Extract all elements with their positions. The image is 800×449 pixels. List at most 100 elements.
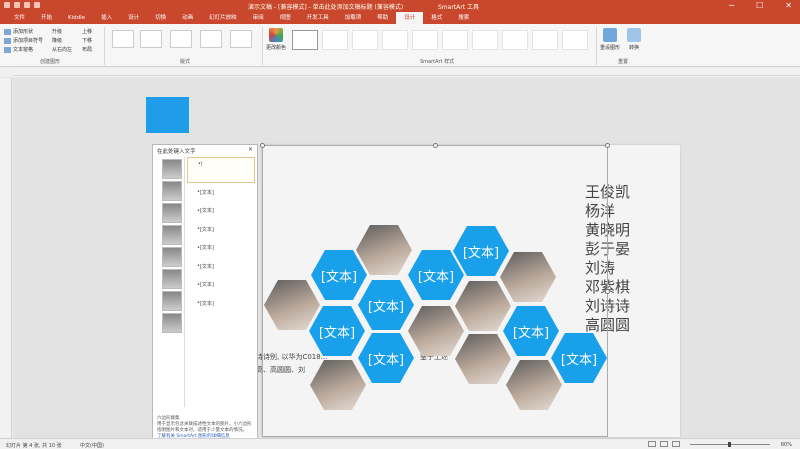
smartart-style-8[interactable] <box>502 30 528 50</box>
language-indicator[interactable]: 中文(中国) <box>80 442 104 449</box>
vertical-ruler <box>0 78 12 438</box>
resize-handle[interactable] <box>433 143 438 148</box>
reading-view-button[interactable] <box>672 441 680 447</box>
close-button[interactable]: ✕ <box>785 1 792 10</box>
text-entry[interactable]: • [文本] <box>187 183 255 202</box>
view-buttons <box>648 441 680 447</box>
reset-graphic-icon <box>603 28 617 42</box>
change-colors-button[interactable]: 更改颜色 <box>266 28 286 51</box>
maximize-button[interactable]: ☐ <box>756 1 763 10</box>
ribbon-separator <box>262 27 263 65</box>
image-thumbnail[interactable] <box>162 269 182 289</box>
text-entries: • | • [文本] • [文本] • [文本] • [文本] • [文本] •… <box>187 157 255 313</box>
demote-button[interactable]: 降级 <box>52 37 62 44</box>
text-entry[interactable]: • [文本] <box>187 294 255 313</box>
redo-icon[interactable] <box>24 2 30 8</box>
save-icon[interactable] <box>4 2 10 8</box>
resize-handle[interactable] <box>605 143 610 148</box>
text-pane-header: 在此处键入文字 × <box>153 145 257 155</box>
move-down-button[interactable]: 下移 <box>82 37 92 44</box>
add-shape-icon <box>4 28 11 35</box>
smartart-text-pane[interactable]: 在此处键入文字 × • | • [文本] • [文本] • [文本] • [文本… <box>152 144 258 445</box>
slide-sorter-button[interactable] <box>660 441 668 447</box>
window-controls: ─ ☐ ✕ <box>729 1 792 10</box>
tab-search[interactable]: 搜索 <box>450 12 477 24</box>
create-graphic-group-label: 创建图形 <box>40 59 61 65</box>
blue-rectangle-shape[interactable] <box>146 97 189 133</box>
smartart-style-2[interactable] <box>322 30 348 50</box>
zoom-level[interactable]: 60% <box>781 442 792 448</box>
layout-description: 用于显示包含关联描述性文本的图片。小六边形指明图片和文本对。适用于少量文本的情况… <box>157 422 252 433</box>
tab-view[interactable]: 视图 <box>272 12 299 24</box>
image-thumbnail[interactable] <box>162 181 182 201</box>
layout-option-1[interactable] <box>112 30 134 48</box>
layout-option-3[interactable] <box>170 30 192 48</box>
text-entry[interactable]: • [文本] <box>187 276 255 295</box>
smartart-style-10[interactable] <box>562 30 588 50</box>
convert-icon <box>627 28 641 42</box>
tab-addins[interactable]: 加载项 <box>337 12 370 24</box>
tab-design[interactable]: 设计 <box>120 12 147 24</box>
minimize-button[interactable]: ─ <box>729 1 734 10</box>
title-bar: 演示文稿 - [兼容模式] - 单击此处添加文稿标题 (兼容模式) SmartA… <box>0 0 800 12</box>
tab-help[interactable]: 帮助 <box>369 12 396 24</box>
text-entry[interactable]: • [文本] <box>187 220 255 239</box>
move-up-button[interactable]: 上移 <box>82 28 92 35</box>
text-entry[interactable]: • [文本] <box>187 202 255 221</box>
resize-handle[interactable] <box>605 289 610 294</box>
text-entry[interactable]: • [文本] <box>187 239 255 258</box>
tab-transitions[interactable]: 切换 <box>147 12 174 24</box>
promote-button[interactable]: 升级 <box>52 28 62 35</box>
text-entry-active[interactable]: • | <box>187 157 255 183</box>
quick-access-toolbar <box>4 2 40 8</box>
add-bullet-icon <box>4 37 11 44</box>
layout-option-5[interactable] <box>230 30 252 48</box>
smartart-style-9[interactable] <box>532 30 558 50</box>
text-pane-footer: 六边形群集 用于显示包含关联描述性文本的图片。小六边形指明图片和文本对。适用于少… <box>157 416 255 440</box>
add-shape-button[interactable]: 添加形状 <box>4 28 33 35</box>
image-thumbnail[interactable] <box>162 225 182 245</box>
tab-smartart-format[interactable]: 格式 <box>423 12 450 24</box>
add-bullet-button[interactable]: 添加项目符号 <box>4 37 43 44</box>
reset-graphic-button[interactable]: 重设图形 <box>600 28 620 51</box>
smartart-style-6[interactable] <box>442 30 468 50</box>
smartart-style-4[interactable] <box>382 30 408 50</box>
zoom-slider[interactable] <box>690 442 770 447</box>
tab-review[interactable]: 审阅 <box>245 12 272 24</box>
image-thumbnail[interactable] <box>162 247 182 267</box>
tab-smartart-design[interactable]: 设计 <box>396 12 424 24</box>
right-to-left-button[interactable]: 从右向左 <box>52 46 72 53</box>
tab-home[interactable]: 开始 <box>33 12 60 24</box>
zoom-slider-knob[interactable] <box>728 442 731 447</box>
smartart-style-5[interactable] <box>412 30 438 50</box>
image-thumbnail[interactable] <box>162 291 182 311</box>
text-entry[interactable]: • [文本] <box>187 257 255 276</box>
horizontal-ruler <box>14 69 800 76</box>
smartart-selection-frame[interactable] <box>260 143 610 437</box>
undo-icon[interactable] <box>14 2 20 8</box>
close-icon[interactable]: × <box>248 146 253 153</box>
text-pane-button[interactable]: 文本窗格 <box>4 46 33 53</box>
normal-view-button[interactable] <box>648 441 656 447</box>
tab-animations[interactable]: 动画 <box>174 12 201 24</box>
convert-button[interactable]: 转换 <box>624 28 644 51</box>
smartart-style-3[interactable] <box>352 30 378 50</box>
tab-kiddle[interactable]: Kiddle <box>60 12 93 24</box>
resize-handle[interactable] <box>260 143 265 148</box>
layout-option-4[interactable] <box>200 30 222 48</box>
image-thumbnails <box>159 157 185 407</box>
image-thumbnail[interactable] <box>162 203 182 223</box>
tab-insert[interactable]: 插入 <box>93 12 120 24</box>
ribbon-tabs: 文件 开始 Kiddle 插入 设计 切换 动画 幻灯片放映 审阅 视图 开发工… <box>0 12 800 24</box>
tab-developer[interactable]: 开发工具 <box>299 12 337 24</box>
layout-button[interactable]: 布局 <box>82 46 92 53</box>
image-thumbnail[interactable] <box>162 159 182 179</box>
image-thumbnail[interactable] <box>162 313 182 333</box>
layout-option-2[interactable] <box>140 30 162 48</box>
smartart-style-7[interactable] <box>472 30 498 50</box>
tab-slideshow[interactable]: 幻灯片放映 <box>201 12 245 24</box>
slideshow-icon[interactable] <box>34 2 40 8</box>
reset-group-label: 重置 <box>618 59 629 65</box>
tab-file[interactable]: 文件 <box>6 12 33 24</box>
smartart-style-1[interactable] <box>292 30 318 50</box>
